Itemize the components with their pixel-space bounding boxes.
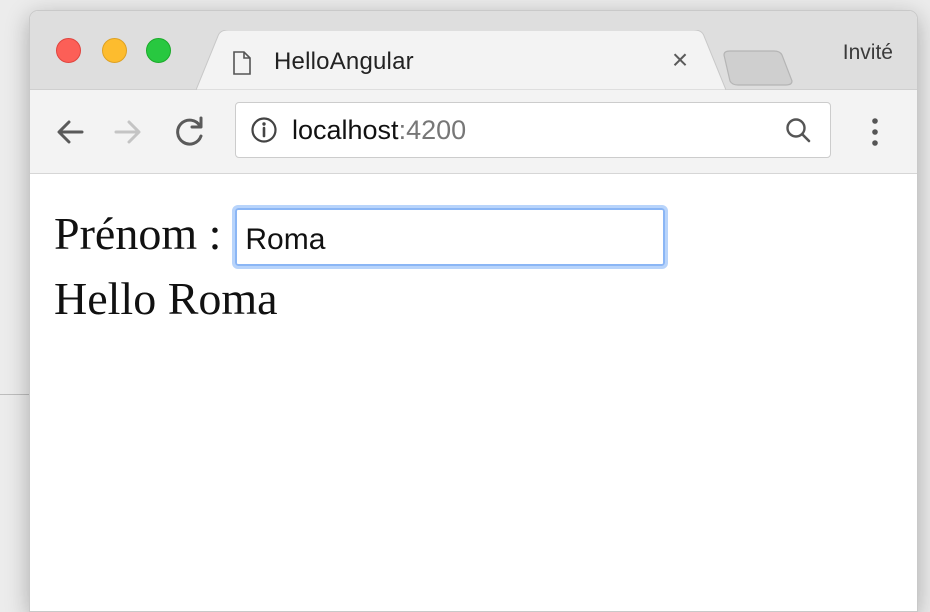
reload-icon[interactable] (170, 112, 210, 152)
window-minimize-button[interactable] (102, 38, 127, 63)
prenom-input[interactable] (232, 205, 669, 269)
new-tab-button[interactable] (720, 47, 800, 87)
prenom-label: Prénom : (54, 207, 222, 259)
search-icon[interactable] (784, 116, 812, 144)
tab-close-icon[interactable]: × (666, 46, 694, 74)
browser-window: HelloAngular × Invité localhost:4200 Pré… (29, 10, 918, 612)
url-host: localhost (292, 115, 399, 145)
page-icon (233, 51, 251, 75)
url-port: :4200 (398, 115, 467, 145)
url-text: localhost:4200 (292, 115, 466, 146)
arrow-left-icon[interactable] (50, 112, 90, 152)
desktop-divider (0, 394, 30, 395)
tab-title: HelloAngular (274, 48, 414, 75)
window-maximize-button[interactable] (146, 38, 171, 63)
profile-label[interactable]: Invité (843, 41, 893, 65)
window-close-button[interactable] (56, 38, 81, 63)
page-content: Prénom : Hello Roma (30, 174, 917, 611)
greeting-text: Hello Roma (54, 273, 278, 324)
kebab-menu-icon[interactable] (860, 112, 890, 152)
prenom-row: Prénom : (54, 204, 669, 269)
arrow-right-icon[interactable] (108, 112, 148, 152)
tab-hello-angular[interactable]: HelloAngular × (196, 30, 726, 90)
browser-toolbar: localhost:4200 (30, 90, 917, 174)
info-icon[interactable] (250, 116, 278, 144)
address-bar[interactable]: localhost:4200 (235, 102, 831, 158)
tab-strip: HelloAngular × Invité (30, 11, 917, 90)
